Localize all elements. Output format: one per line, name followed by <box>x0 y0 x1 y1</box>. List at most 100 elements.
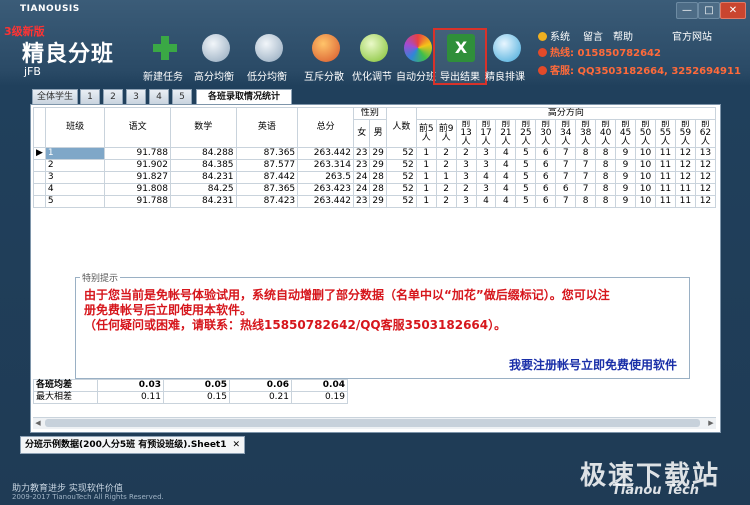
cell-top-1[interactable]: 2 <box>435 195 457 208</box>
cell-top-7[interactable]: 7 <box>555 171 577 184</box>
cell-top-10[interactable]: 9 <box>615 159 637 172</box>
cell-top-14[interactable]: 12 <box>694 195 717 208</box>
table-row[interactable]: 5 91.788 84.231 87.423 263.442 23 29 52 1 2 3 4 4 5 6 7… <box>33 195 717 208</box>
col-header-top-1[interactable]: 前9人 <box>435 119 457 148</box>
cell-english[interactable]: 87.442 <box>235 171 299 184</box>
cell-chinese[interactable]: 91.808 <box>104 183 171 196</box>
cell-math[interactable]: 84.231 <box>169 195 237 208</box>
cell-class[interactable]: 2 <box>44 159 106 172</box>
row-pointer[interactable]: ▶ <box>33 147 46 160</box>
tab-class-3[interactable]: 3 <box>126 89 146 104</box>
tab-class-stats[interactable]: 各班录取情况统计 <box>196 89 292 105</box>
cell-top-7[interactable]: 7 <box>555 159 577 172</box>
cell-male[interactable]: 29 <box>369 159 387 172</box>
cell-top-12[interactable]: 11 <box>654 147 676 160</box>
cell-chinese[interactable]: 91.788 <box>104 147 171 160</box>
col-header-male[interactable]: 男 <box>369 119 387 148</box>
minimize-button[interactable]: — <box>676 2 698 19</box>
cell-top-4[interactable]: 4 <box>495 171 517 184</box>
cell-top-9[interactable]: 8 <box>595 195 617 208</box>
cell-male[interactable]: 28 <box>369 183 387 196</box>
cell-top-13[interactable]: 12 <box>674 147 696 160</box>
cell-top-2[interactable]: 3 <box>455 159 477 172</box>
col-header-top-11[interactable]: 前50人 <box>635 119 656 148</box>
cell-math[interactable]: 84.385 <box>169 159 237 172</box>
cell-top-6[interactable]: 6 <box>535 183 557 196</box>
cell-top-10[interactable]: 9 <box>615 147 637 160</box>
col-header-top-6[interactable]: 前30人 <box>535 119 557 148</box>
scroll-left-icon[interactable]: ◀ <box>33 418 43 429</box>
cell-total[interactable]: 263.314 <box>297 159 354 172</box>
cell-top-11[interactable]: 10 <box>635 171 656 184</box>
col-header-top-9[interactable]: 前40人 <box>595 119 617 148</box>
message-link[interactable]: 留言 <box>583 28 603 43</box>
cell-top-8[interactable]: 7 <box>575 159 597 172</box>
cell-top-0[interactable]: 1 <box>415 159 437 172</box>
cell-top-10[interactable]: 9 <box>615 183 637 196</box>
cell-top-0[interactable]: 1 <box>415 147 437 160</box>
table-row[interactable]: 4 91.808 84.25 87.365 263.423 24 28 52 1 2 2 3 4 5 6 6 7… <box>33 183 717 196</box>
col-header-top-14[interactable]: 前62人 <box>694 119 717 148</box>
cell-top-3[interactable]: 3 <box>475 159 497 172</box>
col-header-top-0[interactable]: 前5人 <box>415 119 437 148</box>
row-pointer[interactable] <box>33 183 46 196</box>
col-header-top-4[interactable]: 前21人 <box>495 119 517 148</box>
cell-top-2[interactable]: 2 <box>455 183 477 196</box>
cell-top-3[interactable]: 4 <box>475 171 497 184</box>
col-header-top-2[interactable]: 前13人 <box>455 119 477 148</box>
register-link[interactable]: 我要注册帐号立即免费使用软件 <box>509 356 677 373</box>
cell-top-10[interactable]: 9 <box>615 195 637 208</box>
cell-top-7[interactable]: 7 <box>555 195 577 208</box>
cell-top-8[interactable]: 7 <box>575 183 597 196</box>
col-header-total[interactable]: 总分 <box>297 107 354 148</box>
scrollbar-thumb[interactable] <box>45 419 700 427</box>
cell-chinese[interactable]: 91.827 <box>104 171 171 184</box>
tab-class-1[interactable]: 1 <box>80 89 100 104</box>
cell-top-14[interactable]: 12 <box>694 183 717 196</box>
col-header-top-8[interactable]: 前38人 <box>575 119 597 148</box>
cell-female[interactable]: 23 <box>352 195 371 208</box>
cell-top-10[interactable]: 9 <box>615 171 637 184</box>
cell-total[interactable]: 263.5 <box>297 171 354 184</box>
cell-top-13[interactable]: 11 <box>674 195 696 208</box>
cell-top-2[interactable]: 2 <box>455 147 477 160</box>
cell-top-12[interactable]: 11 <box>654 195 676 208</box>
cell-chinese[interactable]: 91.788 <box>104 195 171 208</box>
cell-top-8[interactable]: 8 <box>575 147 597 160</box>
cell-top-4[interactable]: 4 <box>495 183 517 196</box>
cell-top-14[interactable]: 12 <box>694 159 717 172</box>
cell-math[interactable]: 84.288 <box>169 147 237 160</box>
cell-top-14[interactable]: 12 <box>694 171 717 184</box>
cell-top-9[interactable]: 8 <box>595 183 617 196</box>
cell-total[interactable]: 263.442 <box>297 195 354 208</box>
cell-top-13[interactable]: 12 <box>674 171 696 184</box>
tab-class-5[interactable]: 5 <box>172 89 192 104</box>
cell-class[interactable]: 4 <box>44 183 106 196</box>
low-balance-button[interactable]: 低分均衡 <box>239 30 295 85</box>
table-row[interactable]: ▶ 1 91.788 84.288 87.365 263.442 23 29 52 1 2 2 3 4 5 6… <box>33 147 717 160</box>
cell-english[interactable]: 87.365 <box>235 147 299 160</box>
cell-top-12[interactable]: 11 <box>654 183 676 196</box>
cell-english[interactable]: 87.423 <box>235 195 299 208</box>
col-header-top-5[interactable]: 前25人 <box>515 119 537 148</box>
cell-top-9[interactable]: 8 <box>595 147 617 160</box>
cell-top-1[interactable]: 2 <box>435 147 457 160</box>
cell-math[interactable]: 84.231 <box>169 171 237 184</box>
cell-top-5[interactable]: 5 <box>515 195 537 208</box>
cell-female[interactable]: 24 <box>352 171 371 184</box>
close-sheet-icon[interactable]: ✕ <box>233 440 241 450</box>
cell-female[interactable]: 23 <box>352 159 371 172</box>
cell-top-14[interactable]: 13 <box>694 147 717 160</box>
cell-top-0[interactable]: 1 <box>415 171 437 184</box>
cell-top-7[interactable]: 7 <box>555 147 577 160</box>
cell-top-12[interactable]: 11 <box>654 171 676 184</box>
cell-top-5[interactable]: 5 <box>515 183 537 196</box>
cell-top-11[interactable]: 10 <box>635 159 656 172</box>
cell-top-4[interactable]: 4 <box>495 147 517 160</box>
cell-top-9[interactable]: 8 <box>595 159 617 172</box>
col-header-math[interactable]: 数学 <box>169 107 237 148</box>
tab-all-students[interactable]: 全体学生 <box>32 89 78 104</box>
cell-top-6[interactable]: 6 <box>535 195 557 208</box>
cell-top-6[interactable]: 6 <box>535 147 557 160</box>
col-header-high-group[interactable]: 高分方向 <box>415 107 717 120</box>
